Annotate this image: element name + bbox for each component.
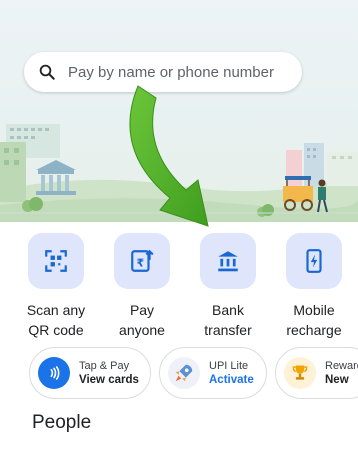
action-label-line2: QR code <box>28 322 84 338</box>
action-mobile-recharge[interactable]: Mobile recharge <box>269 233 358 340</box>
quick-actions: Scan any QR code ₹ Pay anyone Bank trans… <box>0 233 358 343</box>
action-tile[interactable] <box>200 233 256 289</box>
action-tile[interactable] <box>28 233 84 289</box>
action-label-line1: Bank <box>212 302 244 318</box>
chip-title: Rewards <box>325 360 358 372</box>
chip-action-link[interactable]: Activate <box>209 373 254 387</box>
bank-icon <box>218 251 238 272</box>
chip-subtitle: New <box>325 374 349 386</box>
action-tile[interactable]: ₹ <box>114 233 170 289</box>
nfc-icon <box>38 357 70 389</box>
action-scan-qr[interactable]: Scan any QR code <box>11 233 101 340</box>
search-placeholder: Pay by name or phone number <box>68 63 274 81</box>
qr-scan-icon <box>45 250 67 272</box>
section-title-people: People <box>32 412 92 433</box>
feature-chips: Tap & Pay View cards UPI Lite Activate R… <box>0 347 358 403</box>
action-label-line2: transfer <box>204 322 252 338</box>
search-bar[interactable]: Pay by name or phone number <box>24 52 302 92</box>
action-label-line2: recharge <box>286 322 342 338</box>
svg-text:₹: ₹ <box>137 256 145 269</box>
city-illustration <box>0 124 358 222</box>
rocket-icon <box>168 357 200 389</box>
search-icon <box>39 64 55 80</box>
mobile-recharge-icon <box>306 249 322 273</box>
action-tile[interactable] <box>286 233 342 289</box>
action-label-line1: Mobile <box>293 302 335 318</box>
chip-subtitle: View cards <box>79 374 139 386</box>
chip-title: UPI Lite <box>209 360 249 372</box>
chip-title: Tap & Pay <box>79 360 130 372</box>
chip-upi-lite[interactable]: UPI Lite Activate <box>159 347 267 399</box>
action-pay-anyone[interactable]: ₹ Pay anyone <box>97 233 187 340</box>
chip-tap-and-pay[interactable]: Tap & Pay View cards <box>29 347 151 399</box>
chip-rewards[interactable]: Rewards New <box>275 347 358 399</box>
trophy-icon <box>284 357 316 389</box>
action-bank-transfer[interactable]: Bank transfer <box>183 233 273 340</box>
action-label-line1: Pay <box>129 302 155 318</box>
action-label-line1: Scan any <box>26 302 86 318</box>
action-label-line2: anyone <box>119 322 165 338</box>
send-money-icon: ₹ <box>131 249 154 272</box>
hero-illustration <box>0 0 358 222</box>
